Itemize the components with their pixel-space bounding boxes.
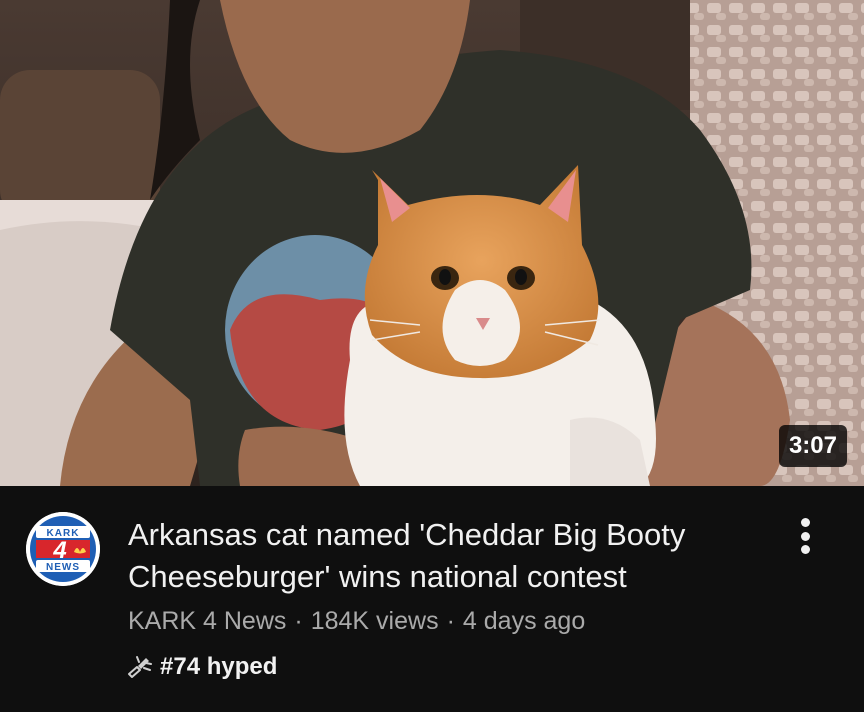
thumbnail-image xyxy=(0,0,864,486)
logo-number: 4 xyxy=(52,537,66,564)
more-vert-icon xyxy=(800,518,810,527)
view-count: 184K views xyxy=(310,607,439,635)
video-byline: KARK 4 News · 184K views · 4 days ago xyxy=(128,604,585,638)
channel-name[interactable]: KARK 4 News xyxy=(128,607,286,635)
separator: · xyxy=(446,607,455,635)
hype-megaphone-icon xyxy=(128,656,152,678)
video-title[interactable]: Arkansas cat named 'Cheddar Big Booty Ch… xyxy=(128,514,748,598)
hype-badge[interactable]: #74 hyped xyxy=(126,650,277,684)
kark-news-logo: KARK 4 NEWS xyxy=(26,512,100,586)
logo-bottom-text: NEWS xyxy=(46,562,80,573)
duration-badge: 3:07 xyxy=(778,425,847,467)
video-card[interactable]: 3:07 KARK 4 NEWS Arkansas cat named 'Che… xyxy=(0,0,864,712)
channel-avatar[interactable]: KARK 4 NEWS xyxy=(26,512,100,586)
hype-label: #74 hyped xyxy=(160,653,278,680)
upload-age: 4 days ago xyxy=(462,607,586,635)
video-thumbnail[interactable]: 3:07 xyxy=(0,0,864,486)
separator: · xyxy=(294,607,303,635)
video-metadata: KARK 4 NEWS Arkansas cat named 'Cheddar … xyxy=(0,486,864,712)
more-options-button[interactable] xyxy=(790,514,820,558)
